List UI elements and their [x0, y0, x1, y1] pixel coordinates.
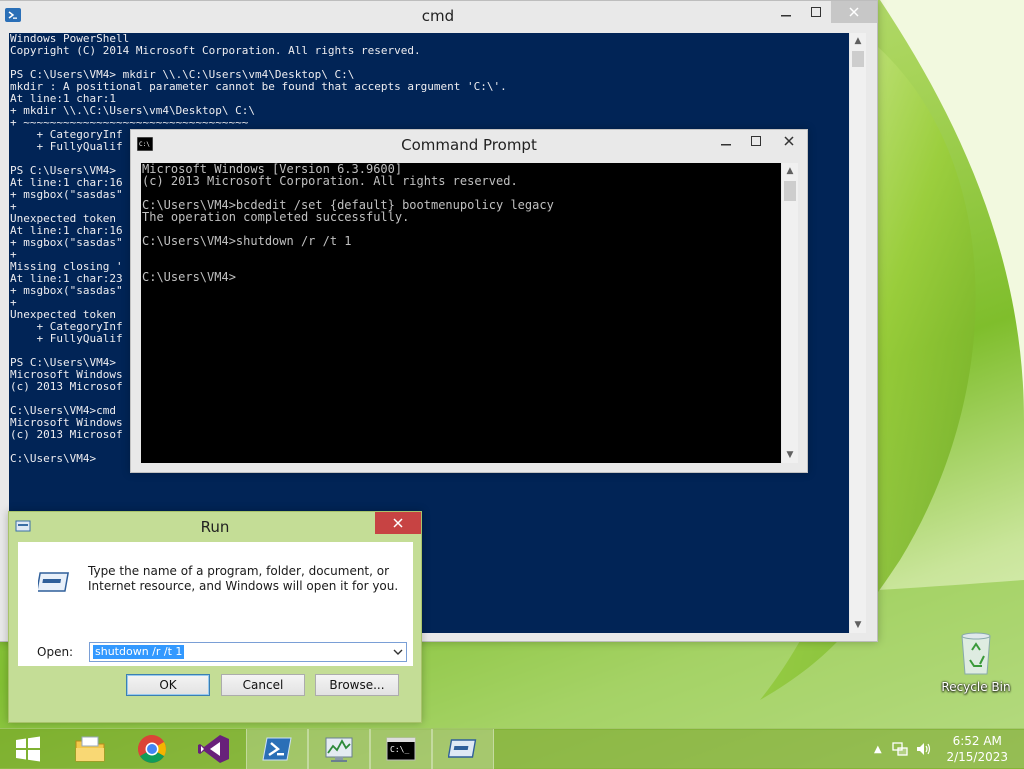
open-label: Open:: [37, 645, 74, 659]
run-icon: [15, 520, 31, 532]
command-prompt-output: Microsoft Windows [Version 6.3.9600] (c)…: [142, 163, 554, 284]
close-icon: [849, 7, 859, 17]
clock-date: 2/15/2023: [946, 750, 1008, 764]
browse-button[interactable]: Browse...: [315, 674, 399, 696]
powershell-titlebar[interactable]: cmd: [0, 1, 877, 31]
command-prompt-titlebar[interactable]: C:\ Command Prompt: [131, 130, 807, 160]
run-titlebar[interactable]: Run: [9, 512, 421, 542]
maximize-icon: [811, 7, 821, 17]
powershell-icon: [262, 737, 292, 761]
scroll-down-arrow[interactable]: ▼: [782, 447, 798, 463]
powershell-icon: [5, 8, 21, 22]
network-icon[interactable]: [892, 742, 908, 756]
cancel-button[interactable]: Cancel: [221, 674, 305, 696]
minimize-button[interactable]: [771, 1, 801, 23]
command-prompt-console[interactable]: Microsoft Windows [Version 6.3.9600] (c)…: [141, 163, 781, 463]
scroll-down-arrow[interactable]: ▼: [850, 617, 866, 633]
volume-icon[interactable]: [916, 742, 932, 756]
run-dialog: Run Type the name of a program, folder, …: [8, 511, 422, 723]
file-explorer-icon: [75, 736, 105, 762]
maximize-button[interactable]: [741, 130, 771, 152]
visual-studio-icon: [198, 735, 229, 763]
ok-button[interactable]: OK: [126, 674, 210, 696]
recycle-bin-icon: [961, 632, 991, 675]
taskbar: C:\_ ▲ 6:52 AM 2/15/2023: [0, 728, 1024, 769]
window-title: Command Prompt: [401, 136, 537, 154]
command-prompt-window: C:\ Command Prompt Microsoft Windows [Ve…: [130, 129, 808, 473]
performance-monitor-icon: [325, 737, 353, 762]
command-prompt-icon: C:\: [137, 137, 153, 151]
close-button[interactable]: [831, 1, 877, 23]
start-icon: [16, 736, 40, 762]
close-icon: [393, 518, 403, 528]
chevron-down-icon[interactable]: [393, 647, 403, 657]
run-icon: [448, 739, 477, 758]
scroll-up-arrow[interactable]: ▲: [850, 33, 866, 49]
taskbar-powershell[interactable]: [246, 729, 308, 769]
open-combobox[interactable]: shutdown /r /t 1: [89, 642, 407, 662]
recycle-bin-desktop-icon[interactable]: Recycle Bin: [940, 630, 1012, 694]
chrome-icon: [138, 735, 166, 763]
powershell-scrollbar[interactable]: ▲ ▼: [850, 33, 866, 633]
taskbar-visual-studio[interactable]: [184, 729, 244, 769]
run-description: Type the name of a program, folder, docu…: [88, 564, 399, 593]
start-button[interactable]: [0, 729, 56, 769]
clock[interactable]: 6:52 AM 2/15/2023: [946, 733, 1008, 765]
recycle-bin-label: Recycle Bin: [941, 680, 1011, 694]
clock-time: 6:52 AM: [952, 734, 1002, 748]
scrollbar-thumb[interactable]: [852, 51, 864, 67]
run-dialog-body: Type the name of a program, folder, docu…: [18, 542, 413, 666]
system-tray: ▲: [874, 729, 932, 769]
taskbar-chrome[interactable]: [122, 729, 182, 769]
minimize-icon: [781, 15, 791, 17]
minimize-icon: [721, 144, 731, 146]
svg-text:C:\_: C:\_: [390, 745, 409, 754]
taskbar-run[interactable]: [432, 729, 494, 769]
scroll-up-arrow[interactable]: ▲: [782, 163, 798, 179]
close-icon: [784, 136, 794, 146]
run-program-icon: [38, 572, 70, 592]
window-title: Run: [200, 518, 230, 536]
maximize-button[interactable]: [801, 1, 831, 23]
close-button[interactable]: [375, 512, 421, 534]
open-input-value[interactable]: shutdown /r /t 1: [93, 645, 185, 659]
maximize-icon: [751, 136, 761, 146]
taskbar-command-prompt[interactable]: C:\_: [370, 729, 432, 769]
taskbar-performance-monitor[interactable]: [308, 729, 370, 769]
svg-text:C:\: C:\: [139, 141, 150, 148]
taskbar-file-explorer[interactable]: [60, 729, 120, 769]
minimize-button[interactable]: [711, 130, 741, 152]
command-prompt-scrollbar[interactable]: ▲ ▼: [782, 163, 798, 463]
command-prompt-icon: C:\_: [386, 737, 416, 761]
close-button[interactable]: [771, 130, 807, 152]
scrollbar-thumb[interactable]: [784, 181, 796, 201]
show-hidden-icons-chevron-icon[interactable]: ▲: [874, 744, 882, 755]
window-title: cmd: [421, 7, 455, 25]
